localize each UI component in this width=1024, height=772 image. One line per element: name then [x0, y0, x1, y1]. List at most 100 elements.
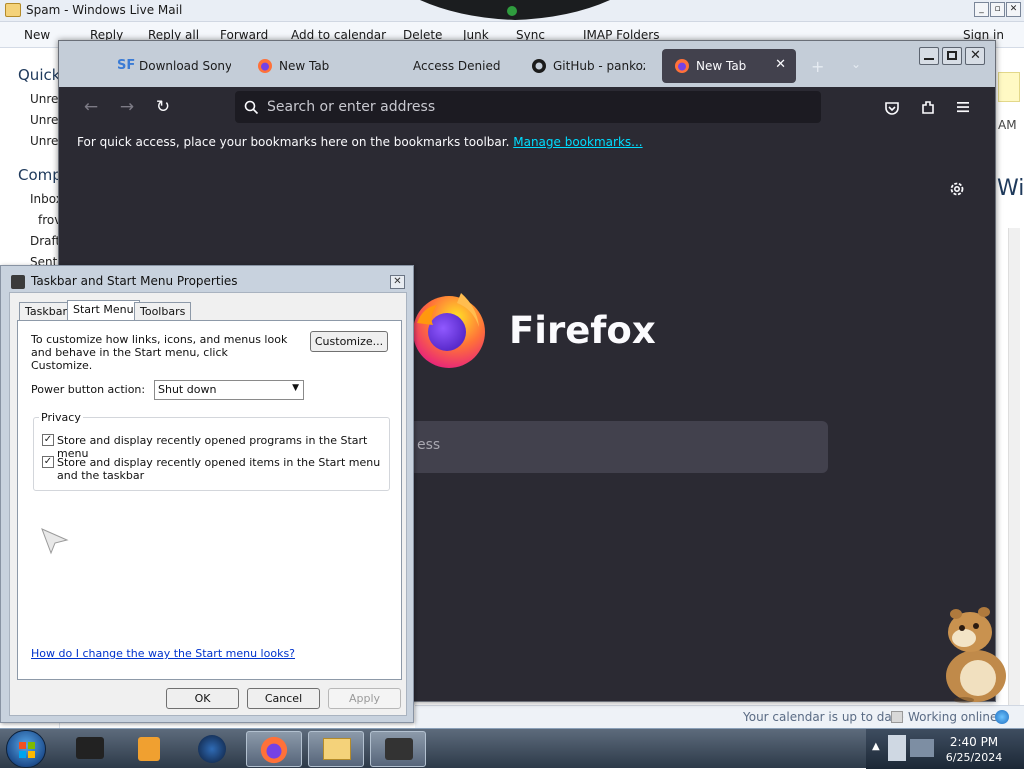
reminder-note [998, 72, 1020, 102]
bookmarks-hint: For quick access, place your bookmarks h… [77, 135, 643, 149]
cancel-button[interactable]: Cancel [247, 688, 320, 709]
tab-access-denied[interactable]: Access Denied [379, 49, 509, 83]
mail-new-button[interactable]: New [24, 28, 50, 42]
clock-date[interactable]: 6/25/2024 [942, 751, 1006, 764]
privacy-label: Privacy [39, 411, 83, 424]
quick-views-heading: Quick [18, 66, 61, 84]
firefox-tab-strip: SF Download Sony V New Tab Access Denied… [59, 41, 995, 87]
bookmarks-toolbar: For quick access, place your bookmarks h… [67, 129, 993, 157]
dialog-title: Taskbar and Start Menu Properties [31, 274, 238, 288]
tab-label: New Tab [279, 59, 330, 73]
computer-heading: Comp [18, 166, 62, 184]
online-status: Working online [908, 710, 998, 724]
firefox-icon [258, 59, 272, 73]
mail-app-icon [5, 3, 21, 17]
taskbar-properties-dialog: Taskbar and Start Menu Properties ✕ Task… [0, 265, 414, 723]
firefox-logo-icon [413, 293, 485, 368]
folder-item[interactable]: Unre [30, 113, 58, 127]
volume-icon[interactable] [910, 739, 934, 757]
calendar-icon [891, 711, 903, 723]
tab-label: Download Sony V [139, 59, 231, 73]
recent-items-checkbox[interactable]: ✓ [42, 456, 54, 468]
mail-title: Spam - Windows Live Mail [26, 3, 183, 17]
back-arrow-icon[interactable]: ← [81, 97, 101, 117]
network-icon[interactable] [888, 735, 906, 761]
camera-notch [420, 0, 610, 22]
recent-programs-checkbox[interactable]: ✓ [42, 434, 54, 446]
ff-close-button[interactable]: ✕ [965, 47, 985, 65]
power-select-value: Shut down [158, 383, 217, 396]
clock-time[interactable]: 2:40 PM [942, 735, 1006, 749]
taskbar-app-black-box[interactable] [62, 731, 118, 767]
tab-taskbar[interactable]: Taskbar [19, 302, 73, 320]
tab-label: New Tab [696, 59, 747, 73]
taskbar-icon [11, 275, 25, 289]
ok-button[interactable]: OK [166, 688, 239, 709]
ff-maximize-button[interactable] [942, 47, 962, 65]
taskbar-app-taskbar-props[interactable] [370, 731, 426, 767]
tab-label: GitHub - pankoza [553, 59, 645, 73]
forward-arrow-icon[interactable]: → [117, 97, 137, 117]
mail-minimize-button[interactable]: _ [974, 2, 989, 17]
mail-titlebar: Spam - Windows Live Mail _ ▫ ✕ [0, 0, 1024, 22]
search-icon [244, 100, 259, 115]
customize-button[interactable]: Customize... [310, 331, 388, 352]
tab-close-icon[interactable]: ✕ [775, 57, 786, 72]
taskbar-app-firefox[interactable] [246, 731, 302, 767]
firefox-icon [675, 59, 689, 73]
show-hidden-icons-chevron-icon[interactable]: ▲ [872, 741, 880, 752]
tab-github[interactable]: GitHub - pankoza [519, 49, 653, 83]
firefox-navbar: ← → ↻ Search or enter address [67, 87, 993, 129]
start-menu-panel: To customize how links, icons, and menus… [17, 320, 402, 680]
time-partial: AM [998, 118, 1017, 132]
settings-gear-icon[interactable] [947, 179, 967, 199]
tab-new-tab-active[interactable]: New Tab ✕ [662, 49, 796, 83]
recent-items-label: Store and display recently opened items … [57, 456, 381, 482]
new-tab-plus-icon[interactable]: + [811, 57, 824, 76]
tab-new-tab-1[interactable]: New Tab [245, 49, 373, 83]
folder-item[interactable]: Unre [30, 92, 58, 106]
reload-icon[interactable]: ↻ [153, 97, 173, 117]
folder-item[interactable]: Unre [30, 134, 58, 148]
apply-button[interactable]: Apply [328, 688, 401, 709]
folder-item[interactable]: Draft [30, 234, 60, 248]
new-tab-search-box[interactable]: ess [367, 421, 828, 473]
customize-description: To customize how links, icons, and menus… [31, 333, 288, 372]
windows-taskbar: ▲ 2:40 PM 6/25/2024 [0, 728, 1024, 769]
mail-close-button[interactable]: ✕ [1006, 2, 1021, 17]
tab-toolbars[interactable]: Toolbars [134, 302, 192, 320]
globe-icon [995, 710, 1009, 724]
firefox-icon [260, 736, 288, 764]
list-tabs-chevron-icon[interactable]: ⌄ [851, 57, 861, 71]
tab-start-menu[interactable]: Start Menu [67, 300, 140, 321]
taskbar-app-media[interactable] [122, 731, 178, 767]
url-bar[interactable]: Search or enter address [235, 91, 821, 123]
heading-partial: Wi [997, 176, 1024, 201]
ff-minimize-button[interactable] [919, 47, 939, 65]
start-button[interactable] [6, 730, 46, 768]
hamburger-menu-icon[interactable] [955, 99, 971, 115]
sourceforge-icon: SF [117, 58, 136, 73]
url-placeholder: Search or enter address [267, 99, 436, 115]
mail-statusbar: Your calendar is up to date Working onli… [415, 705, 1024, 728]
bookmarks-hint-text: For quick access, place your bookmarks h… [77, 135, 510, 149]
mail-maximize-button[interactable]: ▫ [990, 2, 1005, 17]
firefox-wordmark: Firefox [509, 309, 656, 352]
pocket-icon[interactable] [883, 99, 901, 117]
manage-bookmarks-link[interactable]: Manage bookmarks... [513, 135, 642, 149]
taskbar-app-globe[interactable] [184, 731, 240, 767]
tab-download-sony[interactable]: SF Download Sony V [105, 49, 237, 83]
calendar-status: Your calendar is up to date [743, 710, 904, 724]
windows-logo-icon [19, 742, 35, 758]
help-link[interactable]: How do I change the way the Start menu l… [31, 647, 295, 660]
tab-label: Access Denied [413, 59, 501, 73]
power-button-select[interactable]: Shut down ▼ [154, 380, 304, 400]
dialog-body: Taskbar Start Menu Toolbars To customize… [9, 292, 407, 716]
github-icon [532, 59, 546, 73]
taskbar-app-windows-live-mail[interactable] [308, 731, 364, 767]
extensions-icon[interactable] [919, 98, 937, 116]
power-button-label: Power button action: [31, 383, 146, 396]
search-box-placeholder: ess [417, 437, 441, 453]
mouse-cursor-icon [41, 528, 69, 555]
dialog-close-button[interactable]: ✕ [390, 275, 405, 289]
